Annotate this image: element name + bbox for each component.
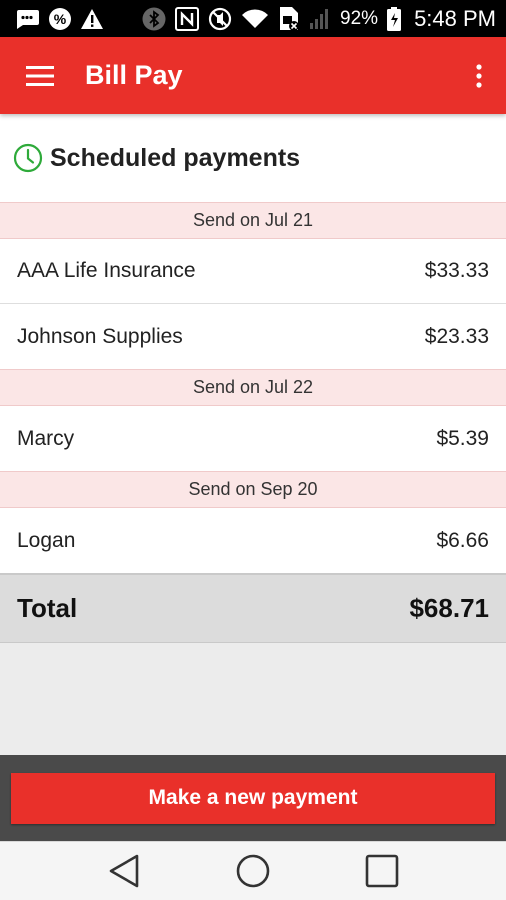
status-left-icons: % bbox=[14, 7, 104, 31]
total-label: Total bbox=[17, 593, 78, 623]
payment-amount: $5.39 bbox=[436, 426, 489, 450]
recents-button[interactable] bbox=[352, 842, 412, 900]
payment-row[interactable]: Logan $6.66 bbox=[0, 508, 506, 573]
date-group-header: Send on Jul 22 bbox=[0, 369, 506, 406]
home-button[interactable] bbox=[223, 842, 283, 900]
svg-text:%: % bbox=[54, 11, 67, 27]
total-amount: $68.71 bbox=[409, 593, 489, 623]
payee-name: Johnson Supplies bbox=[17, 324, 183, 348]
section-header: Scheduled payments bbox=[0, 114, 506, 202]
back-button[interactable] bbox=[94, 842, 154, 900]
action-area: Make a new payment bbox=[0, 755, 506, 841]
status-bar: % 92% 5:48 PM bbox=[0, 0, 506, 37]
payment-row[interactable]: AAA Life Insurance $33.33 bbox=[0, 239, 506, 304]
recents-icon bbox=[365, 854, 398, 888]
mute-icon bbox=[208, 7, 232, 31]
page-title: Bill Pay bbox=[85, 60, 183, 90]
navigation-bar bbox=[0, 841, 506, 900]
payee-name: Logan bbox=[17, 528, 76, 552]
home-icon bbox=[236, 854, 270, 888]
payment-amount: $33.33 bbox=[424, 259, 489, 282]
message-icon bbox=[14, 7, 40, 31]
payment-amount: $23.33 bbox=[424, 324, 489, 348]
bluetooth-icon bbox=[142, 7, 166, 31]
clock-icon bbox=[13, 143, 43, 173]
clock-time: 5:48 PM bbox=[414, 5, 496, 31]
back-icon bbox=[110, 854, 139, 888]
hamburger-menu-icon bbox=[26, 65, 54, 86]
payment-row[interactable]: Johnson Supplies $23.33 bbox=[0, 304, 506, 369]
payee-name: Marcy bbox=[17, 426, 75, 450]
signal-icon bbox=[309, 7, 331, 31]
battery-percent: 92% bbox=[340, 7, 379, 29]
status-right-icons: 92% 5:48 PM bbox=[142, 6, 496, 32]
payment-row[interactable]: Marcy $5.39 bbox=[0, 406, 506, 471]
overflow-menu-button[interactable] bbox=[452, 37, 506, 114]
date-group-header: Send on Sep 20 bbox=[0, 471, 506, 508]
make-new-payment-button[interactable]: Make a new payment bbox=[11, 772, 495, 824]
app-bar: Bill Pay bbox=[0, 37, 506, 114]
section-title: Scheduled payments bbox=[50, 143, 301, 172]
wifi-icon bbox=[241, 7, 269, 31]
date-group-header: Send on Jul 21 bbox=[0, 202, 506, 239]
percent-icon: % bbox=[48, 7, 72, 31]
nfc-icon bbox=[175, 6, 200, 31]
menu-button[interactable] bbox=[0, 37, 80, 114]
more-vertical-icon bbox=[476, 63, 482, 88]
content-area: Scheduled payments Send on Jul 21 AAA Li… bbox=[0, 114, 506, 755]
payee-name: AAA Life Insurance bbox=[17, 259, 196, 282]
battery-icon bbox=[387, 6, 402, 31]
total-row: Total $68.71 bbox=[0, 573, 506, 643]
warning-icon bbox=[80, 7, 104, 31]
payment-amount: $6.66 bbox=[436, 528, 489, 552]
no-sim-icon bbox=[278, 6, 300, 31]
